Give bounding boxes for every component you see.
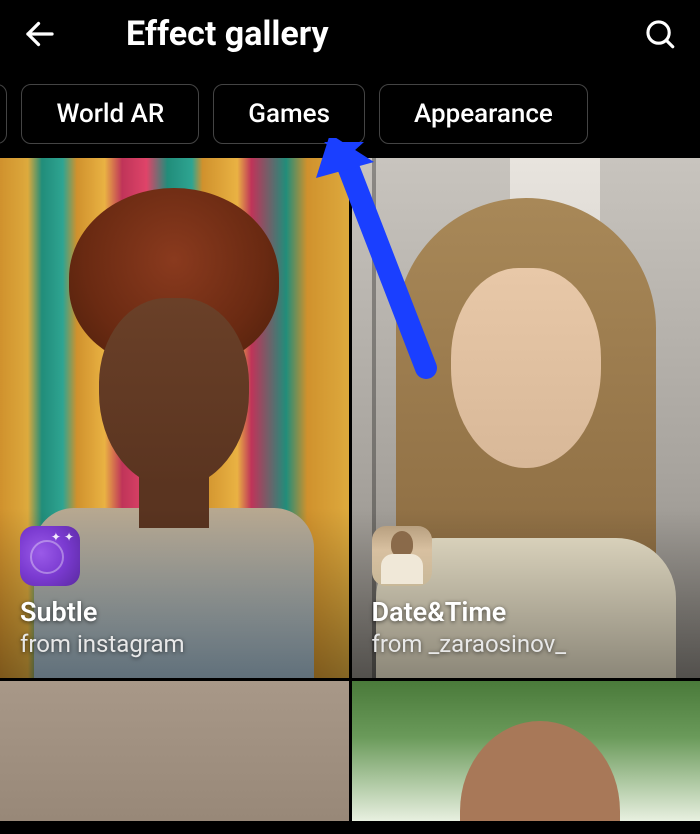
- search-button[interactable]: [638, 12, 682, 56]
- tab-games[interactable]: Games: [213, 84, 365, 144]
- avatar-thumbnail-icon: [372, 526, 432, 586]
- header-bar: Effect gallery: [0, 0, 700, 74]
- sparkle-lens-icon: [20, 526, 80, 586]
- effect-card-datetime[interactable]: Date&Time from _zaraosinov_: [352, 158, 700, 678]
- effect-name: Subtle: [20, 596, 329, 628]
- effects-grid: Subtle from instagram Date&Time from _za…: [0, 158, 700, 821]
- effect-card-partial[interactable]: [0, 681, 349, 821]
- author-name: _zaraosinov_: [428, 630, 566, 658]
- tab-cut-left[interactable]: [0, 84, 7, 144]
- effect-overlay: Subtle from instagram: [0, 508, 349, 678]
- back-button[interactable]: [18, 12, 62, 56]
- effect-preview-image: [0, 681, 349, 821]
- effect-author: from _zaraosinov_: [372, 630, 681, 658]
- effect-name: Date&Time: [372, 596, 681, 628]
- effect-overlay: Date&Time from _zaraosinov_: [352, 508, 700, 678]
- effect-preview-image: [352, 681, 700, 821]
- from-prefix: from: [20, 630, 77, 658]
- tab-world-ar[interactable]: World AR: [21, 84, 199, 144]
- category-tabs: World AR Games Appearance: [0, 74, 700, 158]
- from-prefix: from: [372, 630, 429, 658]
- effect-author: from instagram: [20, 630, 329, 658]
- effect-card-partial[interactable]: [352, 681, 700, 821]
- page-title: Effect gallery: [126, 14, 614, 54]
- tab-appearance[interactable]: Appearance: [379, 84, 588, 144]
- search-icon: [643, 17, 677, 51]
- author-name: instagram: [77, 630, 185, 658]
- back-arrow-icon: [22, 16, 58, 52]
- effect-card-subtle[interactable]: Subtle from instagram: [0, 158, 349, 678]
